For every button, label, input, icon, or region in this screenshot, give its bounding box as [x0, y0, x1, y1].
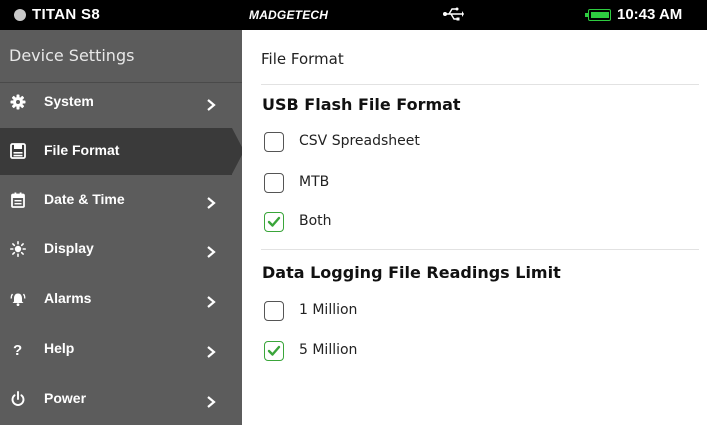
check-icon: [267, 345, 281, 356]
sidebar-item-label: System: [44, 93, 94, 109]
sidebar-item-label: Display: [44, 240, 94, 256]
chevron-right-icon: [206, 393, 216, 408]
option-csv-spreadsheet[interactable]: CSV Spreadsheet: [264, 131, 464, 155]
divider: [261, 84, 699, 85]
checkbox[interactable]: [264, 132, 284, 152]
sidebar-item-date-time[interactable]: Date & Time: [0, 177, 242, 224]
sidebar-item-label: Help: [44, 340, 75, 356]
check-icon: [267, 216, 281, 227]
brightness-icon: [10, 241, 26, 257]
option-label: Both: [299, 213, 332, 229]
chevron-right-icon: [206, 243, 216, 258]
option-label: 1 Million: [299, 302, 358, 318]
main-panel: File Format USB Flash File Format CSV Sp…: [242, 30, 707, 425]
option-label: MTB: [299, 174, 330, 190]
page-title: File Format: [261, 50, 344, 68]
chevron-right-icon: [206, 194, 216, 209]
option-5-million[interactable]: 5 Million: [264, 340, 424, 364]
device-name: TITAN S8: [32, 6, 100, 23]
sidebar-item-system[interactable]: System: [0, 79, 242, 126]
battery-icon: [585, 9, 611, 21]
power-icon: [10, 391, 26, 407]
sidebar-item-power[interactable]: Power: [0, 376, 242, 423]
sidebar-item-label: File Format: [44, 142, 120, 158]
help-icon: ?: [10, 341, 26, 359]
calendar-icon: [10, 192, 26, 208]
status-dot-icon: [14, 9, 26, 21]
chevron-right-icon: [206, 343, 216, 358]
option-mtb[interactable]: MTB: [264, 172, 384, 196]
option-1-million[interactable]: 1 Million: [264, 300, 424, 324]
chevron-right-icon: [206, 96, 216, 111]
save-icon: [10, 143, 26, 159]
status-bar: TITAN S8 MADGETECH 10:43 AM: [0, 0, 707, 30]
sidebar-item-help[interactable]: ? Help: [0, 326, 242, 373]
sidebar-item-file-format[interactable]: File Format: [0, 128, 244, 175]
checkbox[interactable]: [264, 301, 284, 321]
usb-icon: [442, 6, 464, 26]
sidebar-item-label: Power: [44, 390, 87, 406]
divider: [261, 249, 699, 250]
option-both[interactable]: Both: [264, 211, 384, 235]
sidebar-item-alarms[interactable]: Alarms: [0, 276, 242, 323]
checkbox-checked[interactable]: [264, 341, 284, 361]
sidebar: Device Settings System File Format Date …: [0, 30, 244, 425]
alarm-icon: [10, 291, 26, 307]
sidebar-item-label: Date & Time: [44, 191, 125, 207]
checkbox[interactable]: [264, 173, 284, 193]
sidebar-item-display[interactable]: Display: [0, 226, 242, 273]
gear-icon: [10, 94, 26, 110]
limit-section-title: Data Logging File Readings Limit: [262, 263, 561, 282]
brand-logo: MADGETECH: [249, 8, 329, 22]
sidebar-item-label: Alarms: [44, 290, 92, 306]
usb-section-title: USB Flash File Format: [262, 95, 461, 114]
checkbox-checked[interactable]: [264, 212, 284, 232]
clock-time: 10:43 AM: [617, 6, 683, 23]
sidebar-title: Device Settings: [9, 46, 135, 65]
svg-text:?: ?: [13, 342, 22, 357]
option-label: 5 Million: [299, 342, 358, 358]
chevron-right-icon: [206, 293, 216, 308]
option-label: CSV Spreadsheet: [299, 133, 420, 149]
